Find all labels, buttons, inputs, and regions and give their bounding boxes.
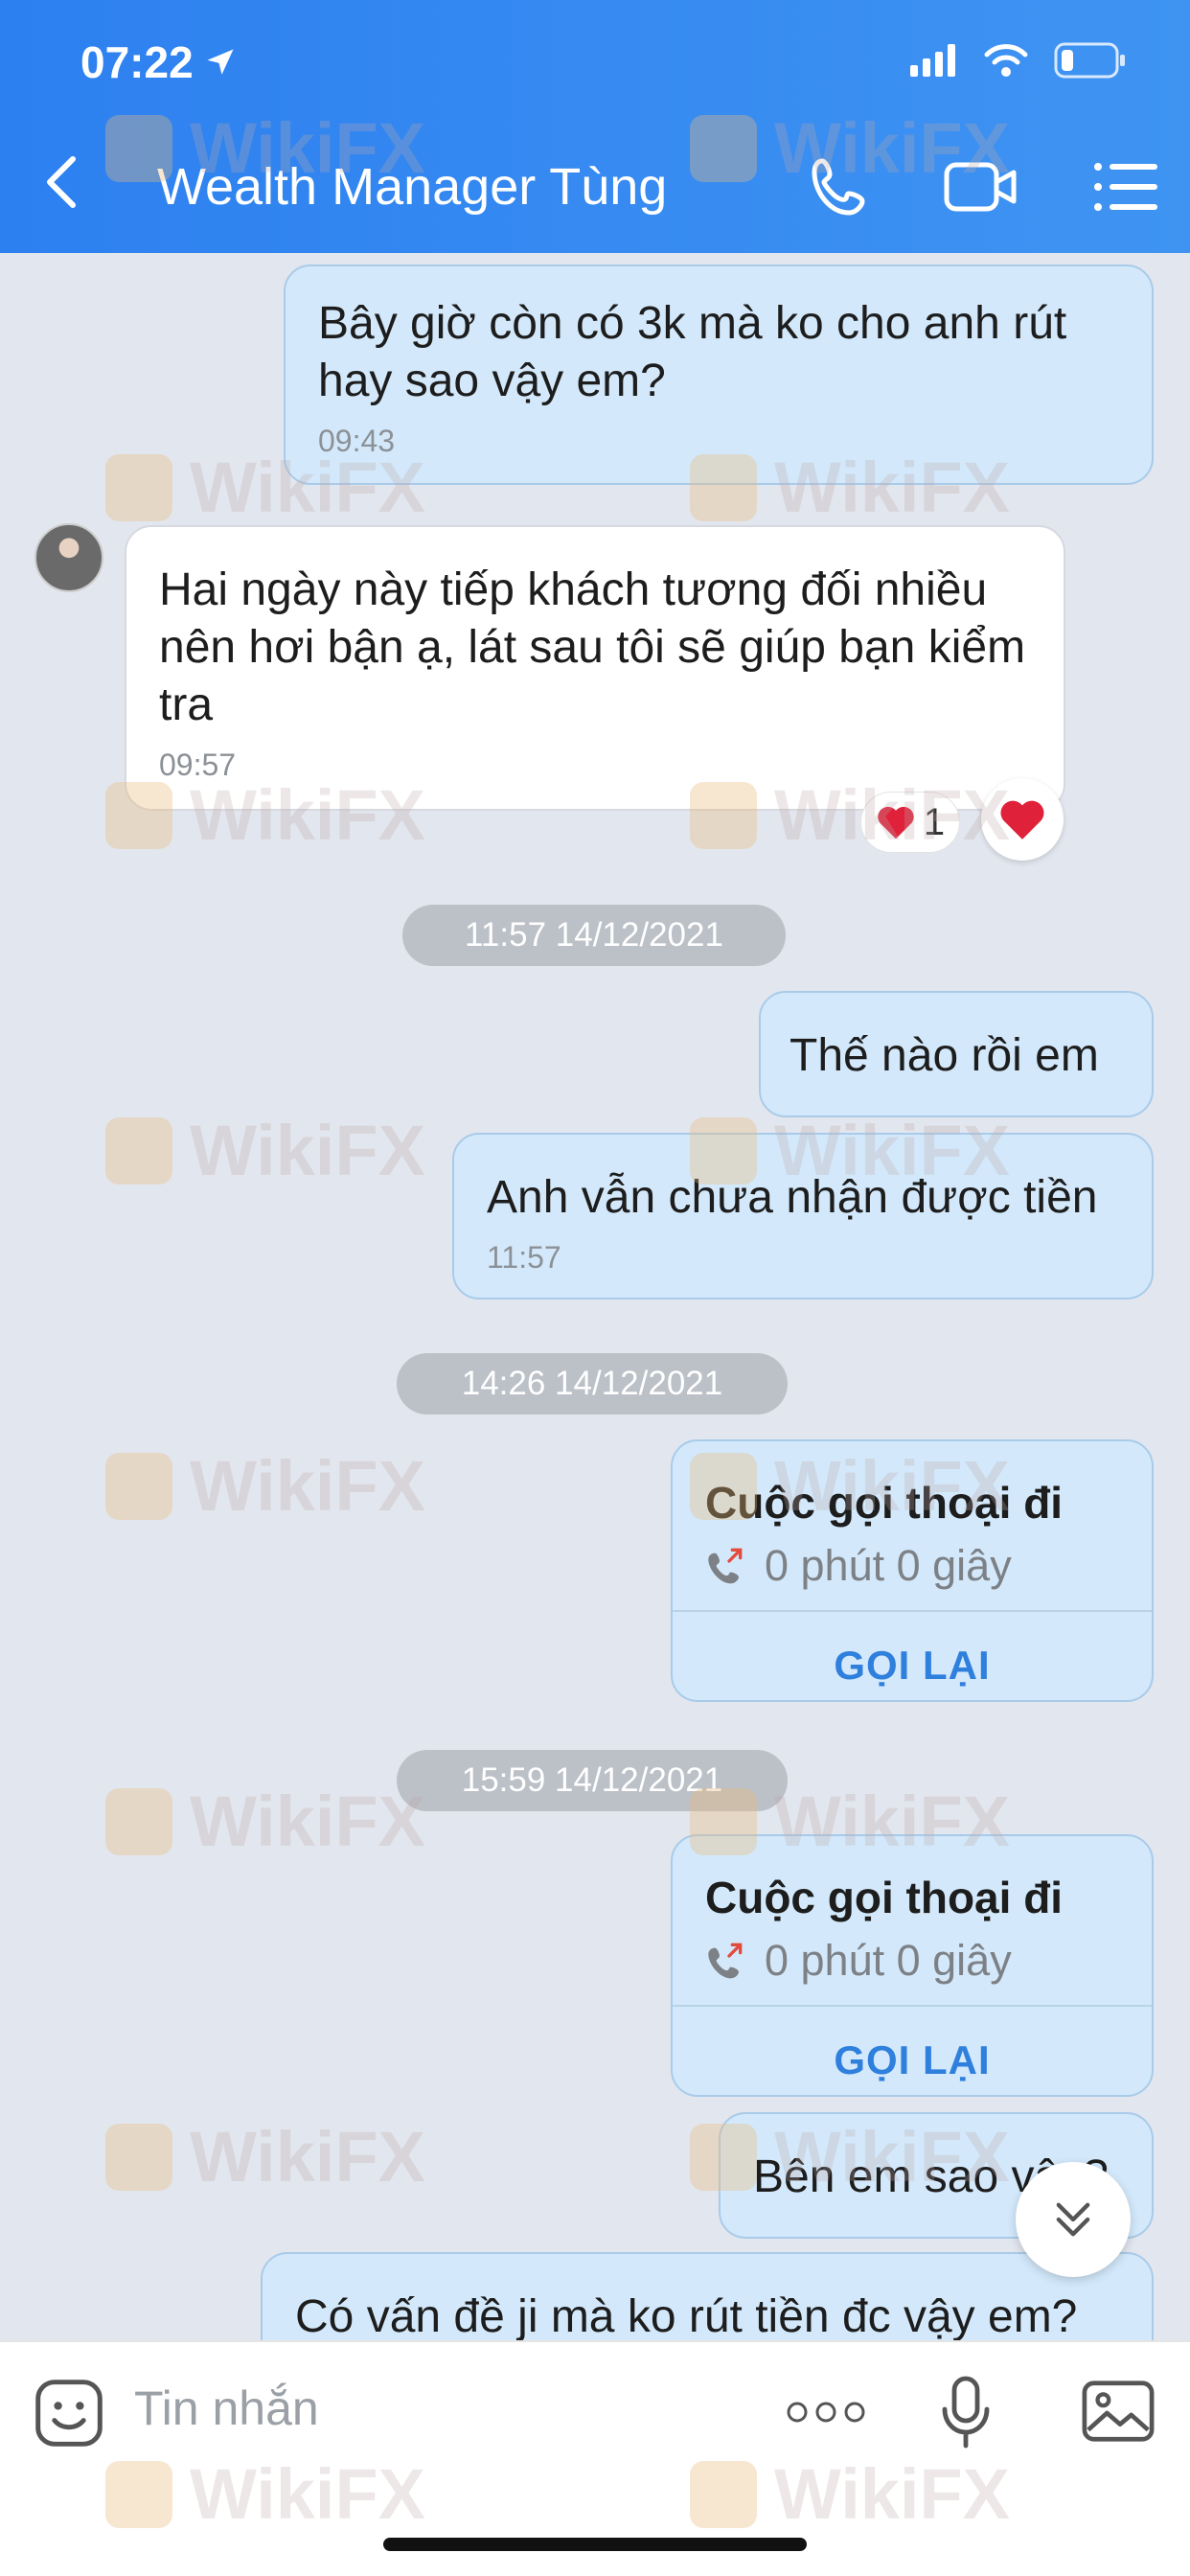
call-card[interactable]: Cuộc gọi thoại đi 0 phút 0 giây GỌI LẠI	[671, 1439, 1154, 1702]
heart-icon	[878, 806, 914, 840]
call-duration-row: 0 phút 0 giây	[705, 1932, 1119, 1990]
outgoing-call-icon	[708, 1943, 743, 1979]
more-options-icon[interactable]	[786, 2398, 866, 2426]
reaction-number: 1	[923, 800, 946, 843]
date-separator: 15:59 14/12/2021	[397, 1750, 788, 1811]
message-time: 09:57	[159, 748, 237, 782]
avatar[interactable]	[34, 523, 103, 592]
wifi-icon	[984, 44, 1028, 77]
chat-header: 07:22 Wealth Manager Tùng	[0, 0, 1190, 253]
image-gallery-icon[interactable]	[1081, 2377, 1156, 2446]
signal-icon	[910, 44, 955, 77]
reaction-count[interactable]: 1	[860, 792, 960, 853]
call-duration: 0 phút 0 giây	[765, 1936, 1012, 1985]
location-arrow-icon	[207, 49, 234, 75]
call-card[interactable]: Cuộc gọi thoại đi 0 phút 0 giây GỌI LẠI	[671, 1834, 1154, 2097]
microphone-icon[interactable]	[939, 2375, 993, 2451]
outgoing-message[interactable]: Có vấn đề ji mà ko rút tiền đc vậy em?	[261, 2252, 1154, 2340]
contact-name[interactable]: Wealth Manager Tùng	[157, 157, 667, 217]
outgoing-message[interactable]: Anh vẫn chưa nhận được tiền 11:57	[452, 1133, 1154, 1300]
call-title: Cuộc gọi thoại đi	[705, 1873, 1064, 1922]
message-list[interactable]: Bây giờ còn có 3k mà ko cho anh rút hay …	[0, 253, 1190, 2340]
divider	[673, 1610, 1152, 1612]
status-time: 07:22	[80, 36, 238, 88]
heart-icon	[1000, 800, 1044, 840]
call-duration: 0 phút 0 giây	[765, 1541, 1012, 1590]
react-button[interactable]	[981, 778, 1064, 861]
scroll-to-bottom-button[interactable]	[1016, 2162, 1131, 2277]
message-text: Anh vẫn chưa nhận được tiền	[487, 1172, 1098, 1223]
double-chevron-down-icon	[1056, 2202, 1090, 2237]
menu-list-icon[interactable]	[1088, 153, 1165, 220]
phone-call-icon[interactable]	[803, 153, 880, 220]
status-indicators	[910, 42, 1127, 79]
sticker-icon[interactable]	[33, 2377, 105, 2450]
message-input[interactable]: Tin nhắn	[134, 2380, 319, 2436]
call-back-button[interactable]: GỌI LẠI	[673, 2032, 1152, 2089]
message-text: Hai ngày này tiếp khách tương đối nhiều …	[159, 564, 1026, 730]
outgoing-message[interactable]: Thế nào rồi em	[759, 991, 1154, 1117]
divider	[673, 2005, 1152, 2007]
date-separator: 11:57 14/12/2021	[402, 905, 786, 966]
message-time: 09:43	[318, 424, 396, 458]
message-text: Có vấn đề ji mà ko rút tiền đc vậy em?	[295, 2291, 1078, 2340]
outgoing-message[interactable]: Bây giờ còn có 3k mà ko cho anh rút hay …	[284, 264, 1154, 485]
video-call-icon[interactable]	[943, 153, 1019, 220]
call-duration-row: 0 phút 0 giây	[705, 1537, 1119, 1595]
call-title: Cuộc gọi thoại đi	[705, 1478, 1064, 1528]
date-separator: 14:26 14/12/2021	[397, 1353, 788, 1414]
incoming-message[interactable]: Hai ngày này tiếp khách tương đối nhiều …	[125, 525, 1065, 811]
message-time: 11:57	[487, 1240, 561, 1275]
home-indicator	[383, 2538, 807, 2551]
call-back-button[interactable]: GỌI LẠI	[673, 1637, 1152, 1694]
outgoing-call-icon	[708, 1548, 743, 1584]
message-text: Bây giờ còn có 3k mà ko cho anh rút hay …	[318, 298, 1067, 406]
message-text: Thế nào rồi em	[790, 1030, 1099, 1081]
battery-icon	[1054, 42, 1125, 79]
back-icon[interactable]	[38, 153, 86, 211]
